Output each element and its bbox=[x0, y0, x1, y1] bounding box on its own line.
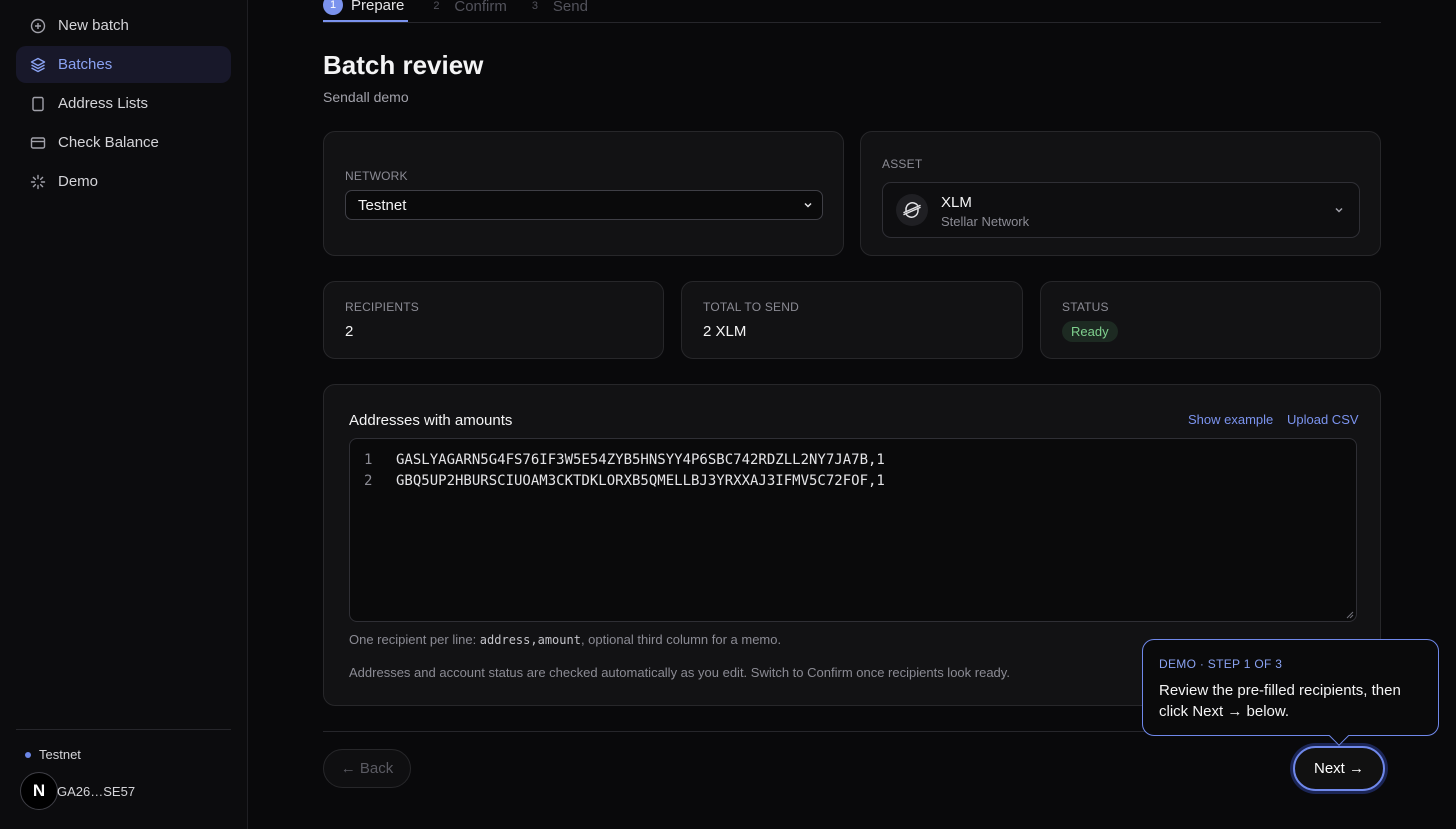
recipients-label: Recipients bbox=[345, 300, 420, 314]
upload-csv-link[interactable]: Upload CSV bbox=[1287, 412, 1359, 427]
step-label: Prepare bbox=[351, 0, 405, 14]
chevron-down-icon bbox=[804, 202, 812, 208]
editor-line: 1 GASLYAGARN5G4FS76IF3W5E54ZYB5HNSYY4P6S… bbox=[350, 449, 1356, 470]
line-number: 1 bbox=[364, 451, 373, 468]
format-hint-code: address,amount bbox=[479, 633, 581, 647]
sidebar-divider bbox=[16, 729, 231, 730]
addresses-title: Addresses with amounts bbox=[349, 412, 513, 429]
network-label: Testnet bbox=[39, 747, 81, 762]
asset-code: XLM bbox=[941, 194, 972, 211]
tooltip-body: Review the pre-filled recipients, then c… bbox=[1159, 682, 1401, 720]
network-select[interactable]: Testnet bbox=[345, 190, 823, 220]
format-hint-prefix: One recipient per line: bbox=[349, 632, 480, 647]
show-example-link[interactable]: Show example bbox=[1188, 412, 1273, 427]
step-number: 3 bbox=[531, 0, 538, 12]
sidebar-item-label: New batch bbox=[58, 17, 129, 34]
resize-handle-icon[interactable] bbox=[1346, 611, 1354, 619]
line-text: GBQ5UP2HBURSCIUOAM3CKTDKLORXB5QMELLBJ3YR… bbox=[396, 472, 885, 489]
avatar: N bbox=[20, 772, 58, 810]
tab-confirm[interactable]: 2 Confirm bbox=[426, 0, 507, 22]
editor-line: 2 GBQ5UP2HBURSCIUOAM3CKTDKLORXB5QMELLBJ3… bbox=[350, 470, 1356, 491]
total-value: 2 XLM bbox=[703, 323, 747, 340]
page-subtitle: Sendall demo bbox=[323, 89, 409, 105]
network-indicator: Testnet bbox=[25, 747, 81, 762]
asset-select[interactable]: XLM Stellar Network bbox=[882, 182, 1360, 238]
total-stat: Total to send 2 XLM bbox=[681, 281, 1023, 359]
tab-prepare[interactable]: 1 Prepare bbox=[323, 0, 409, 22]
addresses-editor[interactable]: 1 GASLYAGARN5G4FS76IF3W5E54ZYB5HNSYY4P6S… bbox=[349, 438, 1357, 622]
page-title: Batch review bbox=[323, 50, 484, 80]
asset-name: Stellar Network bbox=[941, 214, 1030, 229]
sidebar-item-new-batch[interactable]: New batch bbox=[16, 7, 231, 44]
next-button[interactable]: Next → bbox=[1293, 746, 1385, 791]
line-text: GASLYAGARN5G4FS76IF3W5E54ZYB5HNSYY4P6SBC… bbox=[396, 451, 885, 468]
sparkle-icon bbox=[30, 174, 46, 190]
app-root: New batch Batches Address Lists Check Ba… bbox=[0, 0, 1456, 829]
back-button[interactable]: ← Back bbox=[323, 749, 411, 788]
book-icon bbox=[30, 96, 46, 112]
network-select-value: Testnet bbox=[358, 196, 407, 214]
network-field-label: Network bbox=[345, 169, 408, 183]
chevron-down-icon bbox=[1335, 207, 1343, 213]
step-label: Send bbox=[552, 0, 588, 15]
sidebar: New batch Batches Address Lists Check Ba… bbox=[0, 0, 248, 829]
stellar-logo-icon bbox=[896, 194, 928, 226]
wallet-icon bbox=[30, 135, 46, 151]
status-badge: Ready bbox=[1062, 321, 1118, 342]
sidebar-item-address-lists[interactable]: Address Lists bbox=[16, 85, 231, 122]
line-number: 2 bbox=[364, 472, 373, 489]
network-status-dot bbox=[25, 751, 31, 758]
recipients-stat: Recipients 2 bbox=[323, 281, 664, 359]
sidebar-item-label: Demo bbox=[58, 173, 99, 190]
sidebar-item-demo[interactable]: Demo bbox=[16, 163, 231, 200]
format-hint-suffix: , optional third column for a memo. bbox=[580, 632, 782, 647]
total-label: Total to send bbox=[703, 300, 799, 314]
account-address: GA26…SE57 bbox=[57, 783, 136, 799]
status-label: Status bbox=[1062, 300, 1109, 314]
tab-send[interactable]: 3 Send bbox=[525, 0, 588, 22]
network-card: Network Testnet bbox=[323, 131, 844, 256]
status-stat: Status Ready bbox=[1040, 281, 1381, 359]
step-label: Confirm bbox=[454, 0, 507, 15]
layers-icon bbox=[30, 57, 46, 73]
sidebar-item-batches[interactable]: Batches bbox=[16, 46, 231, 83]
asset-card: Asset XLM Stellar Network bbox=[860, 131, 1381, 256]
demo-tooltip: DEMO · STEP 1 OF 3 Review the pre-filled… bbox=[1142, 639, 1439, 736]
account-button[interactable]: N GA26…SE57 bbox=[20, 772, 136, 810]
asset-field-label: Asset bbox=[882, 157, 923, 171]
step-number: 1 bbox=[323, 0, 343, 15]
sidebar-item-check-balance[interactable]: Check Balance bbox=[16, 124, 231, 161]
format-hint: One recipient per line: address,amount, … bbox=[349, 632, 781, 647]
sidebar-item-label: Address Lists bbox=[58, 95, 149, 112]
plus-circle-icon bbox=[30, 18, 46, 34]
sidebar-item-label: Check Balance bbox=[58, 134, 159, 151]
step-tabs: 1 Prepare 2 Confirm 3 Send bbox=[323, 0, 1381, 23]
sidebar-item-label: Batches bbox=[58, 56, 113, 73]
recipients-value: 2 bbox=[345, 323, 354, 340]
step-number: 2 bbox=[433, 0, 440, 12]
validation-hint: Addresses and account status are checked… bbox=[349, 665, 1010, 680]
tooltip-step-label: DEMO · STEP 1 OF 3 bbox=[1159, 657, 1283, 671]
sidebar-nav: New batch Batches Address Lists Check Ba… bbox=[16, 7, 231, 202]
